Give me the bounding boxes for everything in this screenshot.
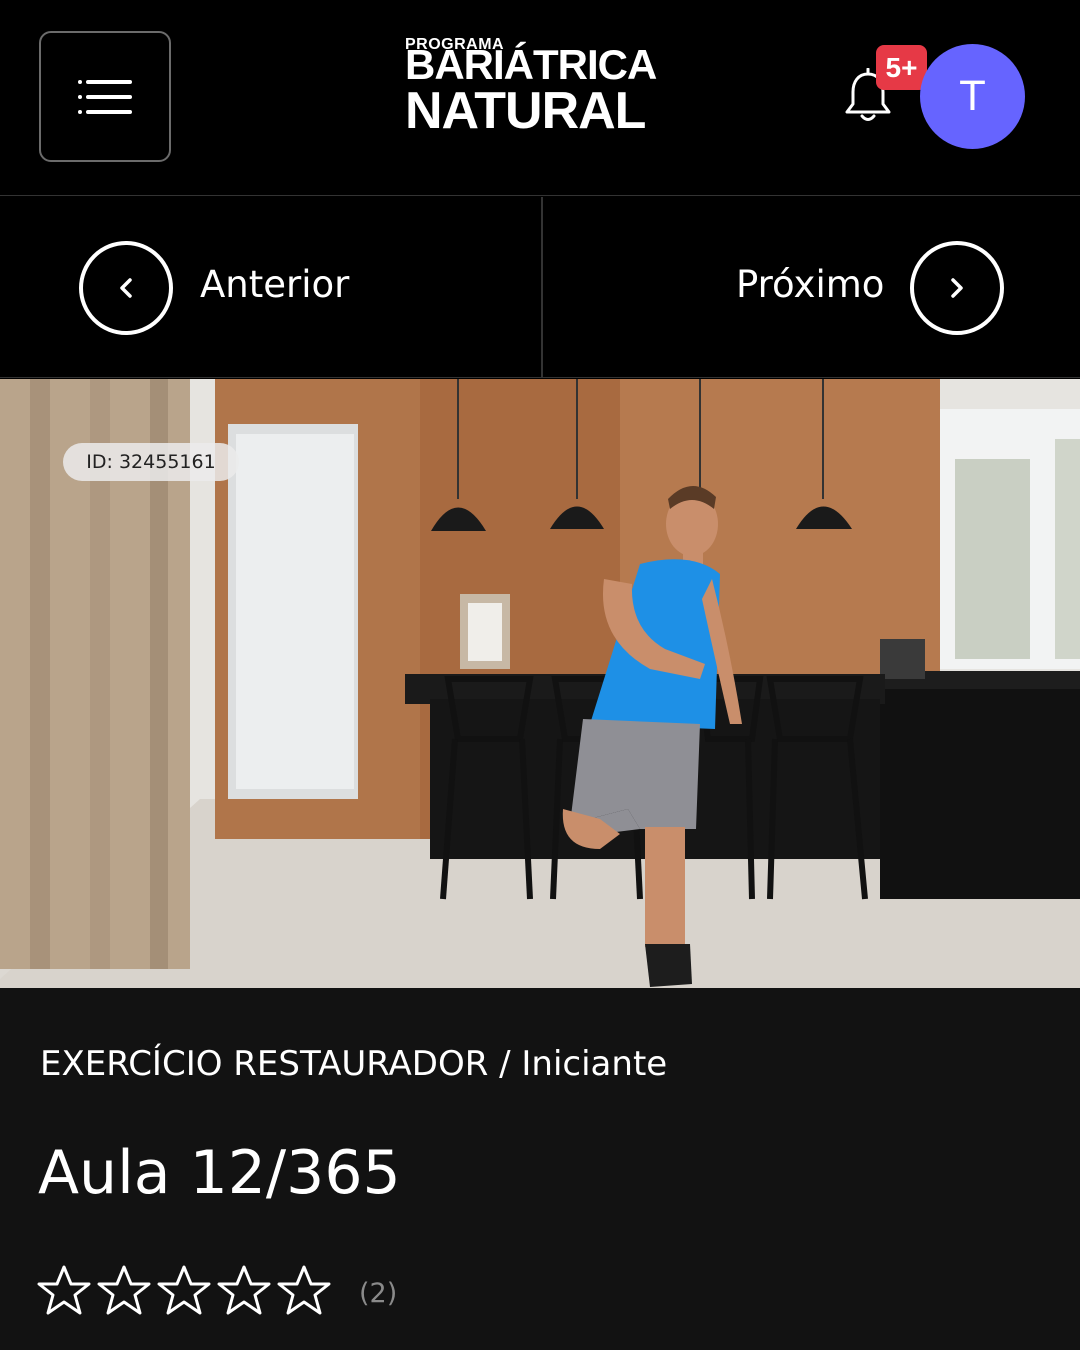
lesson-info: EXERCÍCIO RESTAURADOR / Iniciante Aula 1…	[0, 988, 1080, 1350]
star-icon-2[interactable]	[96, 1263, 152, 1319]
star-icon-1[interactable]	[36, 1263, 92, 1319]
notification-badge[interactable]: 5+	[876, 45, 927, 90]
menu-icon	[78, 79, 132, 114]
rating-count: (2)	[359, 1278, 398, 1309]
menu-button[interactable]	[39, 31, 171, 162]
video-id-tag: ID: 32455161	[63, 443, 239, 481]
previous-label: Anterior	[200, 263, 350, 306]
star-icon-5[interactable]	[276, 1263, 332, 1319]
app-header: PROGRAMA BARIÁTRICA NATURAL 5+ T	[0, 0, 1080, 196]
star-icon-4[interactable]	[216, 1263, 272, 1319]
logo-line-2: NATURAL	[405, 82, 646, 140]
rating-stars	[36, 1263, 336, 1319]
user-avatar[interactable]: T	[920, 44, 1025, 149]
star-icon-3[interactable]	[156, 1263, 212, 1319]
next-label: Próximo	[736, 263, 885, 306]
chevron-left-icon	[120, 278, 132, 298]
lesson-title: Aula 12/365	[38, 1138, 401, 1208]
video-player[interactable]: ID: 32455161	[0, 379, 1080, 988]
next-button[interactable]: Próximo	[543, 197, 1080, 378]
previous-button[interactable]: Anterior	[0, 197, 541, 378]
next-circle	[910, 241, 1004, 335]
lesson-navigation: Anterior Próximo	[0, 197, 1080, 378]
previous-circle	[79, 241, 173, 335]
chevron-right-icon	[951, 278, 963, 298]
brand-logo[interactable]: PROGRAMA BARIÁTRICA NATURAL	[405, 36, 685, 140]
lesson-category: EXERCÍCIO RESTAURADOR / Iniciante	[40, 1044, 668, 1084]
logo-line-1: BARIÁTRICA	[405, 41, 657, 88]
